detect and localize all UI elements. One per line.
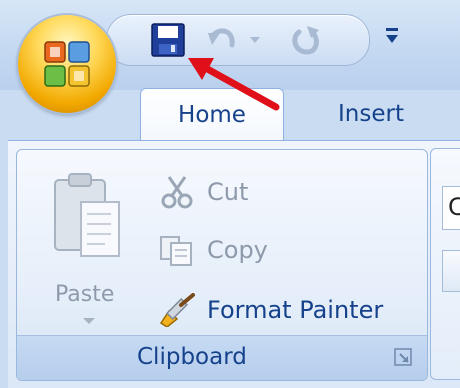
- redo-button[interactable]: [285, 21, 327, 59]
- clipboard-group-title: Clipboard: [137, 344, 247, 370]
- copy-label: Copy: [207, 236, 268, 264]
- paste-label: Paste: [55, 282, 115, 307]
- clipboard-group-footer: Clipboard: [17, 335, 427, 380]
- quick-access-toolbar: [106, 14, 370, 66]
- font-option-box[interactable]: [442, 250, 460, 292]
- format-painter-label: Format Painter: [207, 296, 384, 324]
- cut-label: Cut: [207, 178, 249, 206]
- redo-icon: [292, 26, 319, 55]
- save-button[interactable]: [147, 21, 189, 59]
- scissors-icon: [161, 176, 193, 209]
- format-painter-button[interactable]: Format Painter: [157, 290, 383, 330]
- ribbon: Paste Cut Copy Format Painter Clipboard: [8, 140, 460, 388]
- paintbrush-icon: [159, 293, 195, 327]
- office-logo-icon: [44, 41, 90, 87]
- clipboard-group: Paste Cut Copy Format Painter Clipboard: [16, 149, 428, 381]
- undo-button[interactable]: [203, 21, 243, 59]
- chevron-down-icon: [250, 37, 260, 43]
- customize-qat-icon: [386, 28, 398, 43]
- customize-qat-button[interactable]: [380, 22, 404, 52]
- cut-button[interactable]: Cut: [157, 172, 248, 212]
- tab-home[interactable]: Home: [140, 88, 284, 141]
- paste-dropdown-arrow[interactable]: [83, 318, 95, 324]
- save-icon: [151, 23, 185, 57]
- undo-dropdown[interactable]: [245, 21, 265, 59]
- dialog-launcher-icon[interactable]: [394, 348, 412, 366]
- office-button[interactable]: [18, 15, 116, 113]
- paste-icon: [54, 173, 120, 257]
- copy-icon: [160, 236, 192, 266]
- paste-button[interactable]: Paste: [47, 170, 137, 330]
- tab-insert[interactable]: Insert: [312, 88, 430, 140]
- undo-icon: [208, 28, 235, 48]
- font-name-partial-text: C: [448, 193, 460, 221]
- copy-button[interactable]: Copy: [157, 230, 268, 270]
